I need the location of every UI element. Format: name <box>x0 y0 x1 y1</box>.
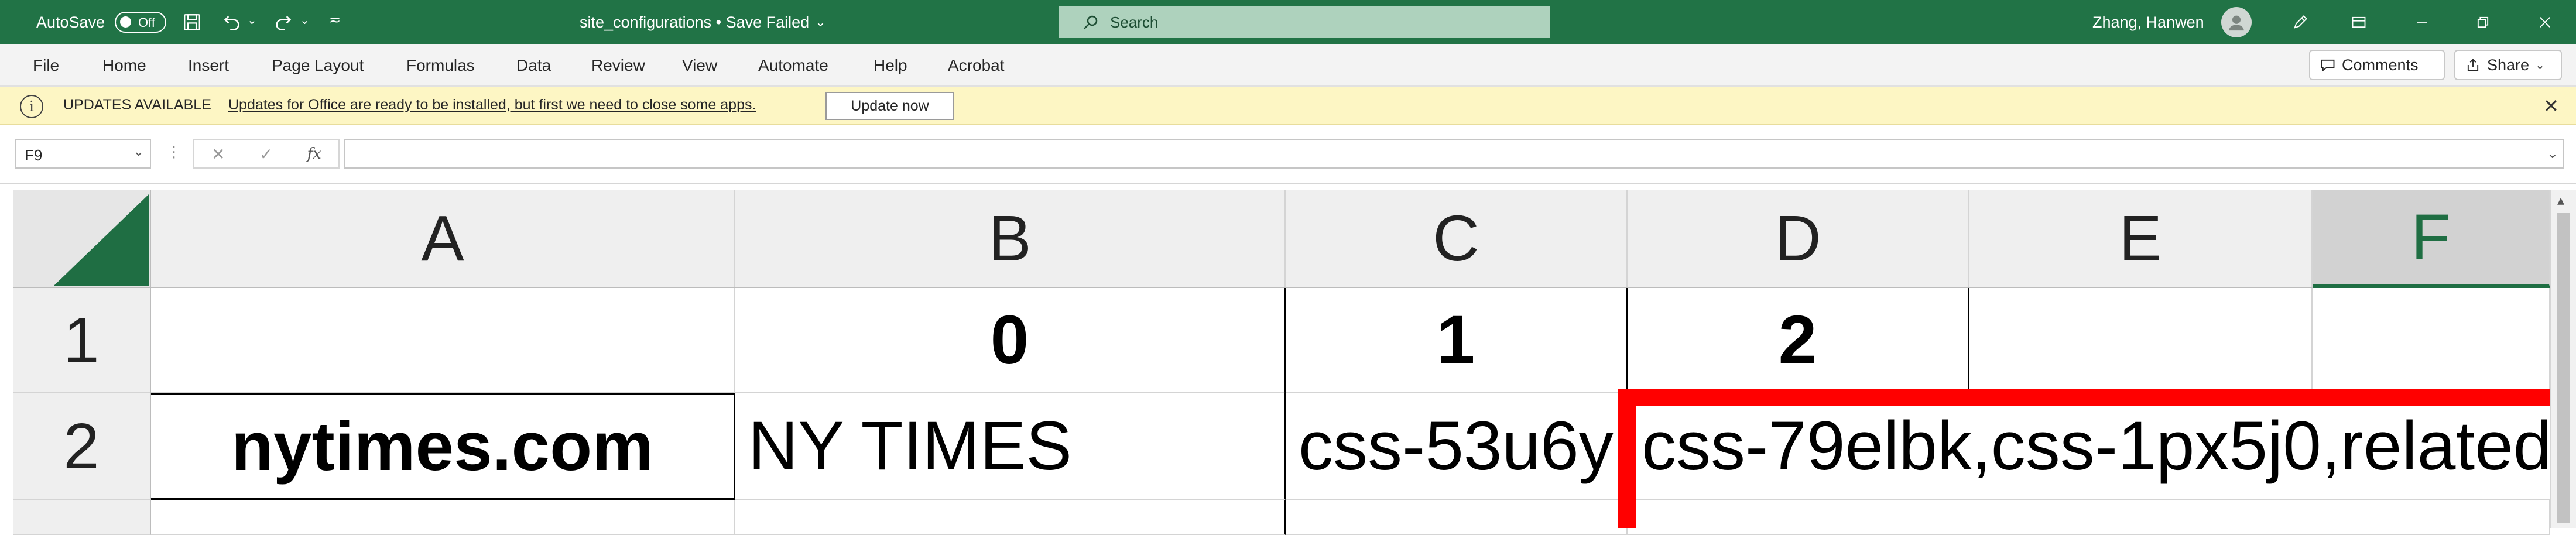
insert-function-icon[interactable]: fx <box>307 145 321 163</box>
cell-f1[interactable] <box>2313 288 2550 393</box>
info-icon: i <box>20 95 43 118</box>
select-all-triangle-icon <box>54 194 149 286</box>
name-box[interactable]: F9 ⌄ <box>15 139 151 169</box>
ribbon-display-icon[interactable] <box>2344 8 2373 36</box>
tab-acrobat[interactable]: Acrobat <box>948 55 1005 76</box>
tab-file[interactable]: File <box>33 55 59 76</box>
user-icon <box>2229 15 2244 31</box>
scrollbar-thumb[interactable] <box>2557 213 2570 523</box>
tab-home[interactable]: Home <box>102 55 146 76</box>
formula-bar: F9 ⌄ ⋮ ✕ ✓ fx ⌄ <box>0 125 2576 184</box>
undo-dropdown-icon[interactable]: ⌄ <box>247 13 257 28</box>
pen-icon[interactable] <box>2286 8 2315 36</box>
cell-d1[interactable]: 2 <box>1628 288 1969 393</box>
toggle-knob <box>120 16 131 28</box>
row-header-1[interactable]: 1 <box>13 288 151 393</box>
vertical-scrollbar[interactable]: ▴ <box>2550 190 2576 528</box>
update-message-link[interactable]: Updates for Office are ready to be insta… <box>228 97 756 114</box>
cell-e1[interactable] <box>1969 288 2313 393</box>
search-placeholder: Search <box>1110 13 1159 31</box>
more-options-icon[interactable]: ⋮ <box>166 143 181 161</box>
column-header-d[interactable]: D <box>1628 190 1969 288</box>
cell-a1[interactable] <box>151 288 735 393</box>
tab-review[interactable]: Review <box>591 55 645 76</box>
spacer <box>0 184 2576 190</box>
cell-d2[interactable]: css-79elbk,css-1px5j0,related <box>1628 393 2550 500</box>
save-icon[interactable] <box>179 9 205 35</box>
cell-a3[interactable] <box>151 500 735 535</box>
expand-formula-bar-icon[interactable]: ⌄ <box>2547 145 2558 162</box>
cell-b2[interactable]: NY TIMES <box>735 393 1286 500</box>
column-header-b[interactable]: B <box>735 190 1286 288</box>
column-header-c[interactable]: C <box>1286 190 1628 288</box>
tab-formulas[interactable]: Formulas <box>406 55 475 76</box>
row-header-2[interactable]: 2 <box>13 393 151 500</box>
name-box-value: F9 <box>25 146 43 164</box>
tab-data[interactable]: Data <box>516 55 551 76</box>
undo-icon[interactable] <box>219 9 245 35</box>
restore-icon[interactable] <box>2468 8 2498 36</box>
close-icon[interactable] <box>2530 8 2560 36</box>
autosave-label: AutoSave <box>36 13 105 31</box>
cell-b3[interactable] <box>735 500 1286 535</box>
row-header-3[interactable] <box>13 500 151 535</box>
chevron-down-icon[interactable]: ⌄ <box>133 144 144 159</box>
cell-c2[interactable]: css-53u6y <box>1286 393 1628 500</box>
customize-toolbar-icon[interactable]: ≂ <box>329 12 341 29</box>
tab-view[interactable]: View <box>682 55 717 76</box>
column-header-f[interactable]: F <box>2313 190 2550 288</box>
enter-icon[interactable]: ✓ <box>259 145 273 164</box>
title-bar: AutoSave Off ⌄ ⌄ ≂ site_configurations •… <box>0 0 2576 44</box>
tab-page-layout[interactable]: Page Layout <box>272 55 364 76</box>
cell-d3[interactable] <box>1628 500 2550 535</box>
update-notification-bar: i UPDATES AVAILABLE Updates for Office a… <box>0 87 2576 125</box>
file-title-text: site_configurations • Save Failed <box>580 13 810 31</box>
column-header-a[interactable]: A <box>151 190 735 288</box>
update-title: UPDATES AVAILABLE <box>63 97 211 113</box>
user-name[interactable]: Zhang, Hanwen <box>2092 12 2204 33</box>
avatar[interactable] <box>2221 7 2252 37</box>
comments-label: Comments <box>2342 56 2419 74</box>
column-header-e[interactable]: E <box>1969 190 2313 288</box>
chevron-down-icon: ⌄ <box>2535 59 2545 72</box>
scroll-up-icon[interactable]: ▴ <box>2557 192 2564 209</box>
redo-icon[interactable] <box>270 9 296 35</box>
close-icon[interactable]: ✕ <box>2543 95 2559 117</box>
search-box[interactable]: Search <box>1059 6 1550 38</box>
select-all-button[interactable] <box>13 190 151 288</box>
autosave-toggle[interactable]: Off <box>115 12 166 33</box>
file-title[interactable]: site_configurations • Save Failed ⌄ <box>580 12 826 33</box>
tab-automate[interactable]: Automate <box>758 55 828 76</box>
update-now-button[interactable]: Update now <box>825 92 954 120</box>
formula-input[interactable]: ⌄ <box>344 139 2564 169</box>
minimize-icon[interactable] <box>2407 8 2437 36</box>
comment-icon <box>2321 59 2335 72</box>
cell-c3[interactable] <box>1286 500 1628 535</box>
redo-dropdown-icon[interactable]: ⌄ <box>300 13 310 28</box>
cell-b1[interactable]: 0 <box>735 288 1286 393</box>
share-label: Share <box>2487 56 2530 74</box>
formula-tools: ✕ ✓ fx <box>193 139 340 169</box>
cell-c1[interactable]: 1 <box>1286 288 1628 393</box>
share-button[interactable]: Share ⌄ <box>2454 50 2562 80</box>
comments-button[interactable]: Comments <box>2309 50 2445 80</box>
chevron-down-icon: ⌄ <box>815 15 826 29</box>
autosave-state: Off <box>138 15 155 30</box>
share-icon <box>2467 59 2479 71</box>
cell-a2[interactable]: nytimes.com <box>151 393 735 500</box>
search-icon <box>1083 15 1098 30</box>
menu-bar: File Home Insert Page Layout Formulas Da… <box>0 44 2576 87</box>
tab-help[interactable]: Help <box>873 55 907 76</box>
tab-insert[interactable]: Insert <box>188 55 229 76</box>
cancel-icon[interactable]: ✕ <box>211 145 225 164</box>
